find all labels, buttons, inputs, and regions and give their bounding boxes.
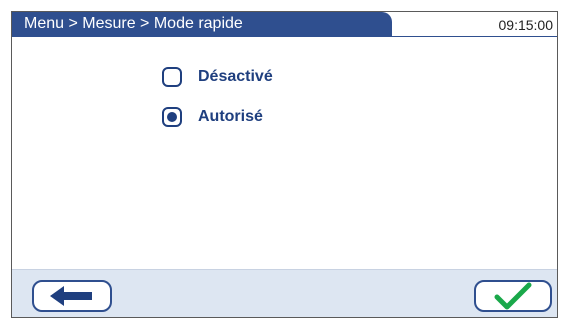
arrow-left-icon bbox=[50, 286, 92, 306]
clock: 09:15:00 bbox=[498, 17, 554, 33]
radio-button[interactable] bbox=[162, 107, 182, 127]
breadcrumb: Menu > Mesure > Mode rapide bbox=[12, 12, 392, 36]
back-button[interactable] bbox=[32, 280, 112, 312]
option-label: Autorisé bbox=[198, 108, 263, 125]
header-divider bbox=[12, 36, 557, 37]
radio-button[interactable] bbox=[162, 67, 182, 87]
option-autorise[interactable]: Autorisé bbox=[162, 107, 263, 127]
screen-frame: Menu > Mesure > Mode rapide 09:15:00 Dés… bbox=[11, 11, 558, 318]
option-desactive[interactable]: Désactivé bbox=[162, 67, 273, 87]
option-label: Désactivé bbox=[198, 68, 273, 85]
radio-selected-dot bbox=[167, 112, 177, 122]
confirm-button[interactable] bbox=[474, 280, 552, 312]
footer-bar bbox=[12, 269, 557, 317]
checkmark-icon bbox=[494, 282, 532, 310]
